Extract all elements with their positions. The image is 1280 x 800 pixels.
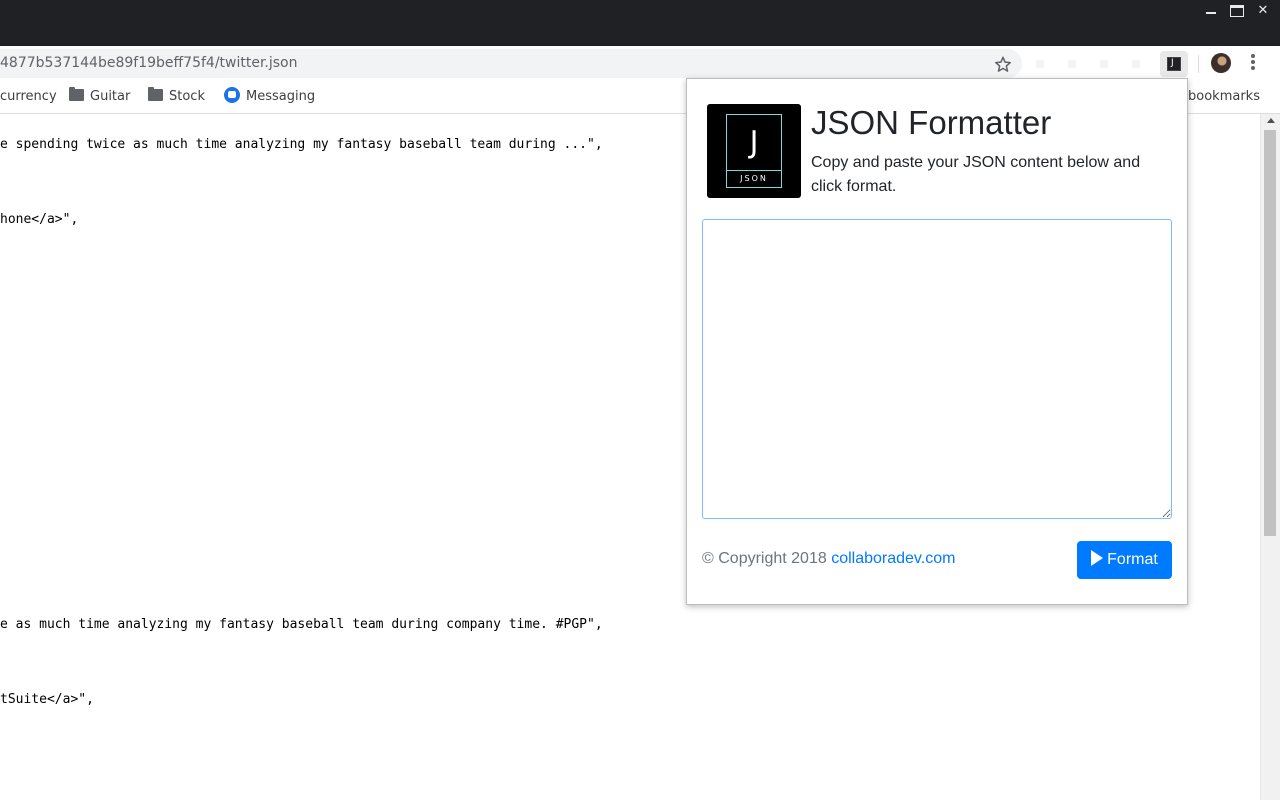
extension-icon[interactable]: [1036, 60, 1044, 68]
maximize-icon[interactable]: [1227, 2, 1247, 18]
json-line: e as much time analyzing my fantasy base…: [0, 617, 603, 632]
bookmark-label: currency: [0, 89, 57, 104]
bookmark-label: Stock: [169, 89, 205, 104]
bookmark-star-icon[interactable]: [993, 54, 1013, 74]
format-button-label: Format: [1107, 551, 1158, 568]
scroll-up-arrow-icon[interactable]: [1267, 118, 1275, 123]
url-text: 4877b537144be89f19beff75f4/twitter.json: [0, 55, 298, 71]
play-icon: [1091, 550, 1104, 566]
toolbar-divider: [1198, 55, 1199, 73]
logo-divider: [727, 170, 781, 171]
folder-icon: [148, 87, 163, 101]
json-line: tSuite</a>",: [0, 692, 94, 707]
extension-icon[interactable]: [1132, 60, 1140, 68]
popup-description: Copy and paste your JSON content below a…: [811, 154, 1141, 195]
json-input-textarea[interactable]: [702, 219, 1172, 519]
json-formatter-extension-button[interactable]: J: [1160, 51, 1188, 77]
other-bookmarks[interactable]: bookmarks: [1188, 87, 1260, 107]
json-formatter-popup: J JSON JSON Formatter Copy and paste you…: [686, 78, 1188, 605]
logo-letter: J: [749, 125, 759, 160]
scrollbar-thumb[interactable]: [1264, 130, 1276, 536]
copyright-text: © Copyright 2018: [702, 550, 827, 567]
address-bar[interactable]: 4877b537144be89f19beff75f4/twitter.json: [0, 49, 1022, 78]
messaging-icon: [224, 87, 240, 103]
bookmark-label: bookmarks: [1188, 89, 1260, 104]
menu-kebab-icon[interactable]: [1244, 52, 1262, 74]
bookmark-label: Guitar: [90, 89, 131, 104]
copyright-footer: © Copyright 2018 collaboradev.com: [702, 548, 955, 570]
minimize-icon[interactable]: [1201, 2, 1221, 18]
bookmark-label: Messaging: [246, 89, 316, 104]
json-formatter-logo: J JSON: [707, 104, 801, 198]
logo-text: JSON: [740, 174, 768, 183]
logo-frame: J JSON: [726, 114, 782, 188]
bookmark-currency[interactable]: currency: [0, 87, 57, 107]
browser-toolbar: 4877b537144be89f19beff75f4/twitter.json …: [0, 46, 1280, 81]
json-line: e spending twice as much time analyzing …: [0, 137, 603, 152]
extension-icon[interactable]: [1100, 60, 1108, 68]
window-titlebar: ✕: [0, 0, 1280, 46]
extension-icon[interactable]: [1068, 60, 1076, 68]
folder-icon: [69, 87, 84, 101]
close-icon[interactable]: ✕: [1253, 2, 1273, 18]
vertical-scrollbar[interactable]: [1260, 114, 1280, 800]
json-formatter-icon: J: [1167, 57, 1181, 71]
collaboradev-link[interactable]: collaboradev.com: [831, 550, 955, 567]
bookmark-stock[interactable]: Stock: [148, 87, 205, 107]
bookmark-messaging[interactable]: Messaging: [224, 87, 315, 107]
json-line: hone</a>",: [0, 212, 79, 227]
popup-title: JSON Formatter: [811, 104, 1052, 141]
format-button[interactable]: Format: [1077, 541, 1172, 579]
bookmark-guitar[interactable]: Guitar: [69, 87, 130, 107]
profile-avatar[interactable]: [1211, 53, 1231, 73]
